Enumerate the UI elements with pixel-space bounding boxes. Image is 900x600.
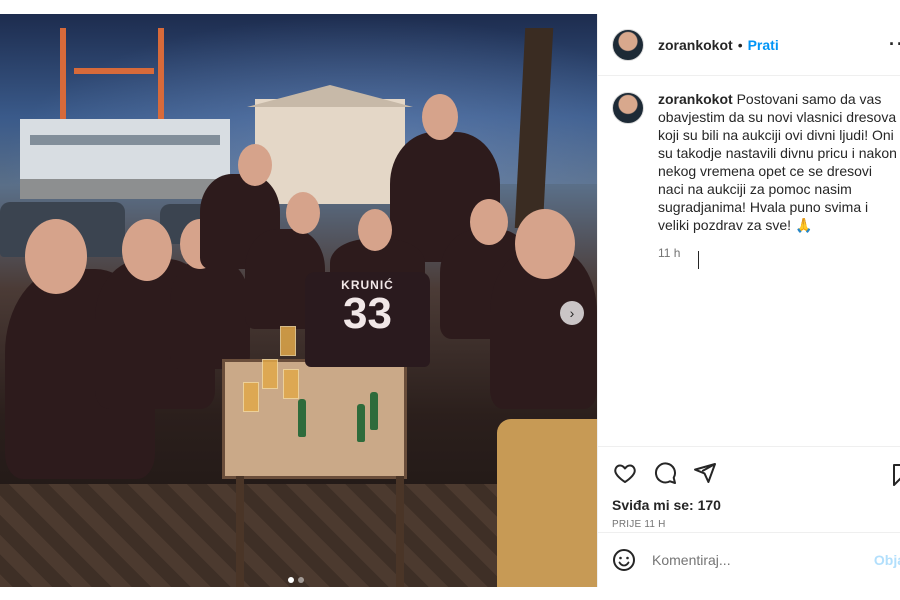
beer-bottle bbox=[370, 392, 378, 430]
jersey-number: 33 bbox=[343, 289, 392, 338]
more-icon[interactable]: ·· bbox=[889, 34, 900, 55]
action-icons bbox=[612, 451, 900, 495]
caption-time[interactable]: 11 h bbox=[658, 244, 900, 262]
post-actions: Sviđa mi se: 170 PRIJE 11 H bbox=[598, 446, 900, 546]
post-date[interactable]: PRIJE 11 H bbox=[612, 519, 887, 530]
avatar[interactable] bbox=[612, 92, 644, 124]
header-username[interactable]: zorankokot bbox=[658, 37, 733, 53]
person-face bbox=[470, 199, 508, 245]
background-building-left bbox=[20, 119, 230, 199]
follow-button[interactable]: Prati bbox=[748, 37, 779, 53]
carousel-dot bbox=[298, 577, 304, 583]
emoji-icon[interactable] bbox=[612, 548, 636, 572]
post-photo[interactable]: KRUNIĆ 33 › bbox=[0, 14, 597, 587]
caption-body: zorankokot Postovani samo da vas obavjes… bbox=[658, 90, 900, 262]
beer-glass bbox=[283, 369, 299, 399]
person-face bbox=[122, 219, 172, 281]
crane-structure bbox=[60, 28, 164, 128]
background-building-house bbox=[255, 99, 405, 204]
share-icon[interactable] bbox=[692, 460, 718, 486]
bar-table bbox=[222, 359, 407, 479]
beer-bottle bbox=[298, 399, 306, 437]
person-face bbox=[422, 94, 458, 140]
table-leg bbox=[396, 476, 404, 587]
caption-text: Postovani samo da vas obavjestim da su n… bbox=[658, 91, 897, 233]
beer-glass bbox=[243, 382, 259, 412]
post-comment-button[interactable]: Obja bbox=[874, 552, 900, 568]
header-separator: • bbox=[737, 36, 743, 53]
heart-icon[interactable] bbox=[612, 460, 638, 486]
table-leg bbox=[236, 476, 244, 587]
person bbox=[170, 259, 250, 369]
caption: zorankokot Postovani samo da vas obavjes… bbox=[612, 90, 900, 262]
carousel-dots bbox=[288, 577, 304, 583]
person-face bbox=[358, 209, 392, 251]
like-count[interactable]: Sviđa mi se: 170 bbox=[612, 497, 887, 513]
text-cursor bbox=[698, 251, 699, 269]
avatar[interactable] bbox=[612, 28, 644, 61]
comment-icon[interactable] bbox=[652, 460, 678, 486]
carousel-dot-active bbox=[288, 577, 294, 583]
football-jersey: KRUNIĆ 33 bbox=[305, 272, 430, 367]
bookmark-icon[interactable] bbox=[891, 463, 900, 492]
comment-bar: Obja bbox=[598, 532, 900, 587]
carousel-next-button[interactable]: › bbox=[560, 301, 584, 325]
comment-input[interactable] bbox=[652, 552, 852, 568]
person-face bbox=[515, 209, 575, 279]
person-face bbox=[238, 144, 272, 186]
post-header: zorankokot • Prati ·· bbox=[598, 14, 900, 76]
person-face bbox=[25, 219, 87, 294]
beer-bottle bbox=[357, 404, 365, 442]
post-side-panel: zorankokot • Prati ·· zorankokot Postova… bbox=[597, 14, 900, 587]
caption-username[interactable]: zorankokot bbox=[658, 91, 733, 107]
beer-glass bbox=[262, 359, 278, 389]
beer-glass bbox=[280, 326, 296, 356]
person-face bbox=[286, 192, 320, 234]
armchair bbox=[497, 419, 597, 587]
